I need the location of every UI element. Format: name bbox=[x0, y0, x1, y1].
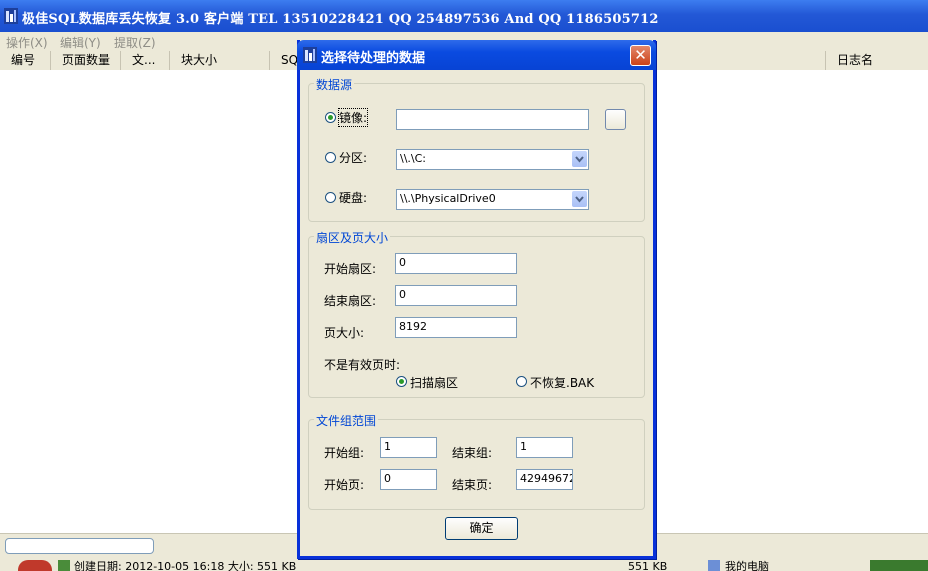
start-sector-input[interactable]: 0 bbox=[395, 253, 517, 274]
chevron-down-icon[interactable] bbox=[572, 191, 587, 207]
my-computer-text: 我的电脑 bbox=[725, 560, 769, 571]
page-size-label: 页大小: bbox=[324, 326, 365, 340]
column-log-name[interactable]: 日志名 bbox=[826, 51, 928, 70]
start-group-input[interactable]: 1 bbox=[380, 437, 437, 458]
scan-sector-radio[interactable] bbox=[396, 376, 407, 387]
scan-sector-label: 扫描扇区 bbox=[410, 376, 459, 390]
end-sector-label: 结束扇区: bbox=[324, 294, 377, 308]
column-number[interactable]: 编号 bbox=[0, 51, 51, 70]
end-group-label: 结束组: bbox=[452, 446, 493, 460]
computer-icon bbox=[708, 560, 720, 571]
file-icon bbox=[58, 560, 70, 571]
app-badge-icon bbox=[18, 560, 52, 571]
column-spacer bbox=[656, 51, 826, 70]
filegroup-range-title: 文件组范围 bbox=[314, 412, 379, 429]
column-block-size[interactable]: 块大小 bbox=[170, 51, 270, 70]
sector-page-title: 扇区及页大小 bbox=[314, 229, 391, 246]
main-title-bar[interactable]: 极佳SQL数据库丢失恢复 3.0 客户端 TEL 13510228421 QQ … bbox=[0, 0, 928, 32]
filegroup-range-group bbox=[308, 419, 645, 510]
page-size-input[interactable]: 8192 bbox=[395, 317, 517, 338]
partition-select[interactable]: \\.\C: bbox=[396, 149, 589, 170]
partition-radio[interactable] bbox=[325, 152, 336, 163]
data-source-title: 数据源 bbox=[314, 76, 355, 93]
browse-button[interactable] bbox=[605, 109, 626, 130]
start-sector-label: 开始扇区: bbox=[324, 262, 377, 276]
no-recover-bak-radio[interactable] bbox=[516, 376, 527, 387]
start-page-label: 开始页: bbox=[324, 478, 365, 492]
dialog-title: 选择待处理的数据 bbox=[321, 51, 426, 66]
no-recover-bak-label: 不恢复.BAK bbox=[530, 376, 595, 390]
end-page-input[interactable]: 4294967295 bbox=[516, 469, 573, 490]
disk-select[interactable]: \\.\PhysicalDrive0 bbox=[396, 189, 589, 210]
window-title: 极佳SQL数据库丢失恢复 3.0 客户端 TEL 13510228421 QQ … bbox=[22, 12, 659, 27]
close-button[interactable]: ✕ bbox=[630, 45, 651, 66]
close-icon: ✕ bbox=[634, 46, 647, 64]
menu-operate[interactable]: 操作(X) bbox=[6, 34, 48, 51]
end-group-input[interactable]: 1 bbox=[516, 437, 573, 458]
disk-value: \\.\PhysicalDrive0 bbox=[400, 192, 496, 205]
column-page-count[interactable]: 页面数量 bbox=[51, 51, 121, 70]
ok-button[interactable]: 确定 bbox=[445, 517, 518, 540]
image-path-input[interactable] bbox=[396, 109, 589, 130]
start-group-label: 开始组: bbox=[324, 446, 365, 460]
image-label[interactable]: 镜像: bbox=[337, 108, 369, 127]
radio-selected-dot bbox=[328, 115, 333, 120]
disk-label: 硬盘: bbox=[339, 191, 368, 205]
column-sq[interactable]: SQ bbox=[270, 51, 300, 70]
column-file[interactable]: 文... bbox=[121, 51, 170, 70]
menu-extract[interactable]: 提取(Z) bbox=[114, 34, 156, 51]
menu-edit[interactable]: 编辑(Y) bbox=[60, 34, 101, 51]
chevron-down-icon[interactable] bbox=[572, 151, 587, 167]
app-icon bbox=[303, 47, 317, 63]
partition-label: 分区: bbox=[339, 151, 368, 165]
image-radio[interactable] bbox=[325, 112, 336, 123]
end-page-label: 结束页: bbox=[452, 478, 493, 492]
invalid-page-label: 不是有效页时: bbox=[324, 358, 401, 372]
disk-radio[interactable] bbox=[325, 192, 336, 203]
explorer-status-strip: 创建日期: 2012-10-05 16:18 大小: 551 KB 551 KB… bbox=[0, 560, 928, 571]
app-icon bbox=[4, 8, 18, 24]
partition-value: \\.\C: bbox=[400, 152, 427, 165]
end-sector-input[interactable]: 0 bbox=[395, 285, 517, 306]
start-page-input[interactable]: 0 bbox=[380, 469, 437, 490]
thumbnail-image bbox=[870, 560, 928, 571]
progress-bar bbox=[5, 538, 154, 554]
radio-selected-dot bbox=[399, 379, 404, 384]
dialog-title-bar[interactable]: 选择待处理的数据 ✕ bbox=[297, 40, 656, 70]
file-size-text: 551 KB bbox=[628, 560, 668, 571]
file-info-text: 创建日期: 2012-10-05 16:18 大小: 551 KB bbox=[74, 560, 297, 571]
